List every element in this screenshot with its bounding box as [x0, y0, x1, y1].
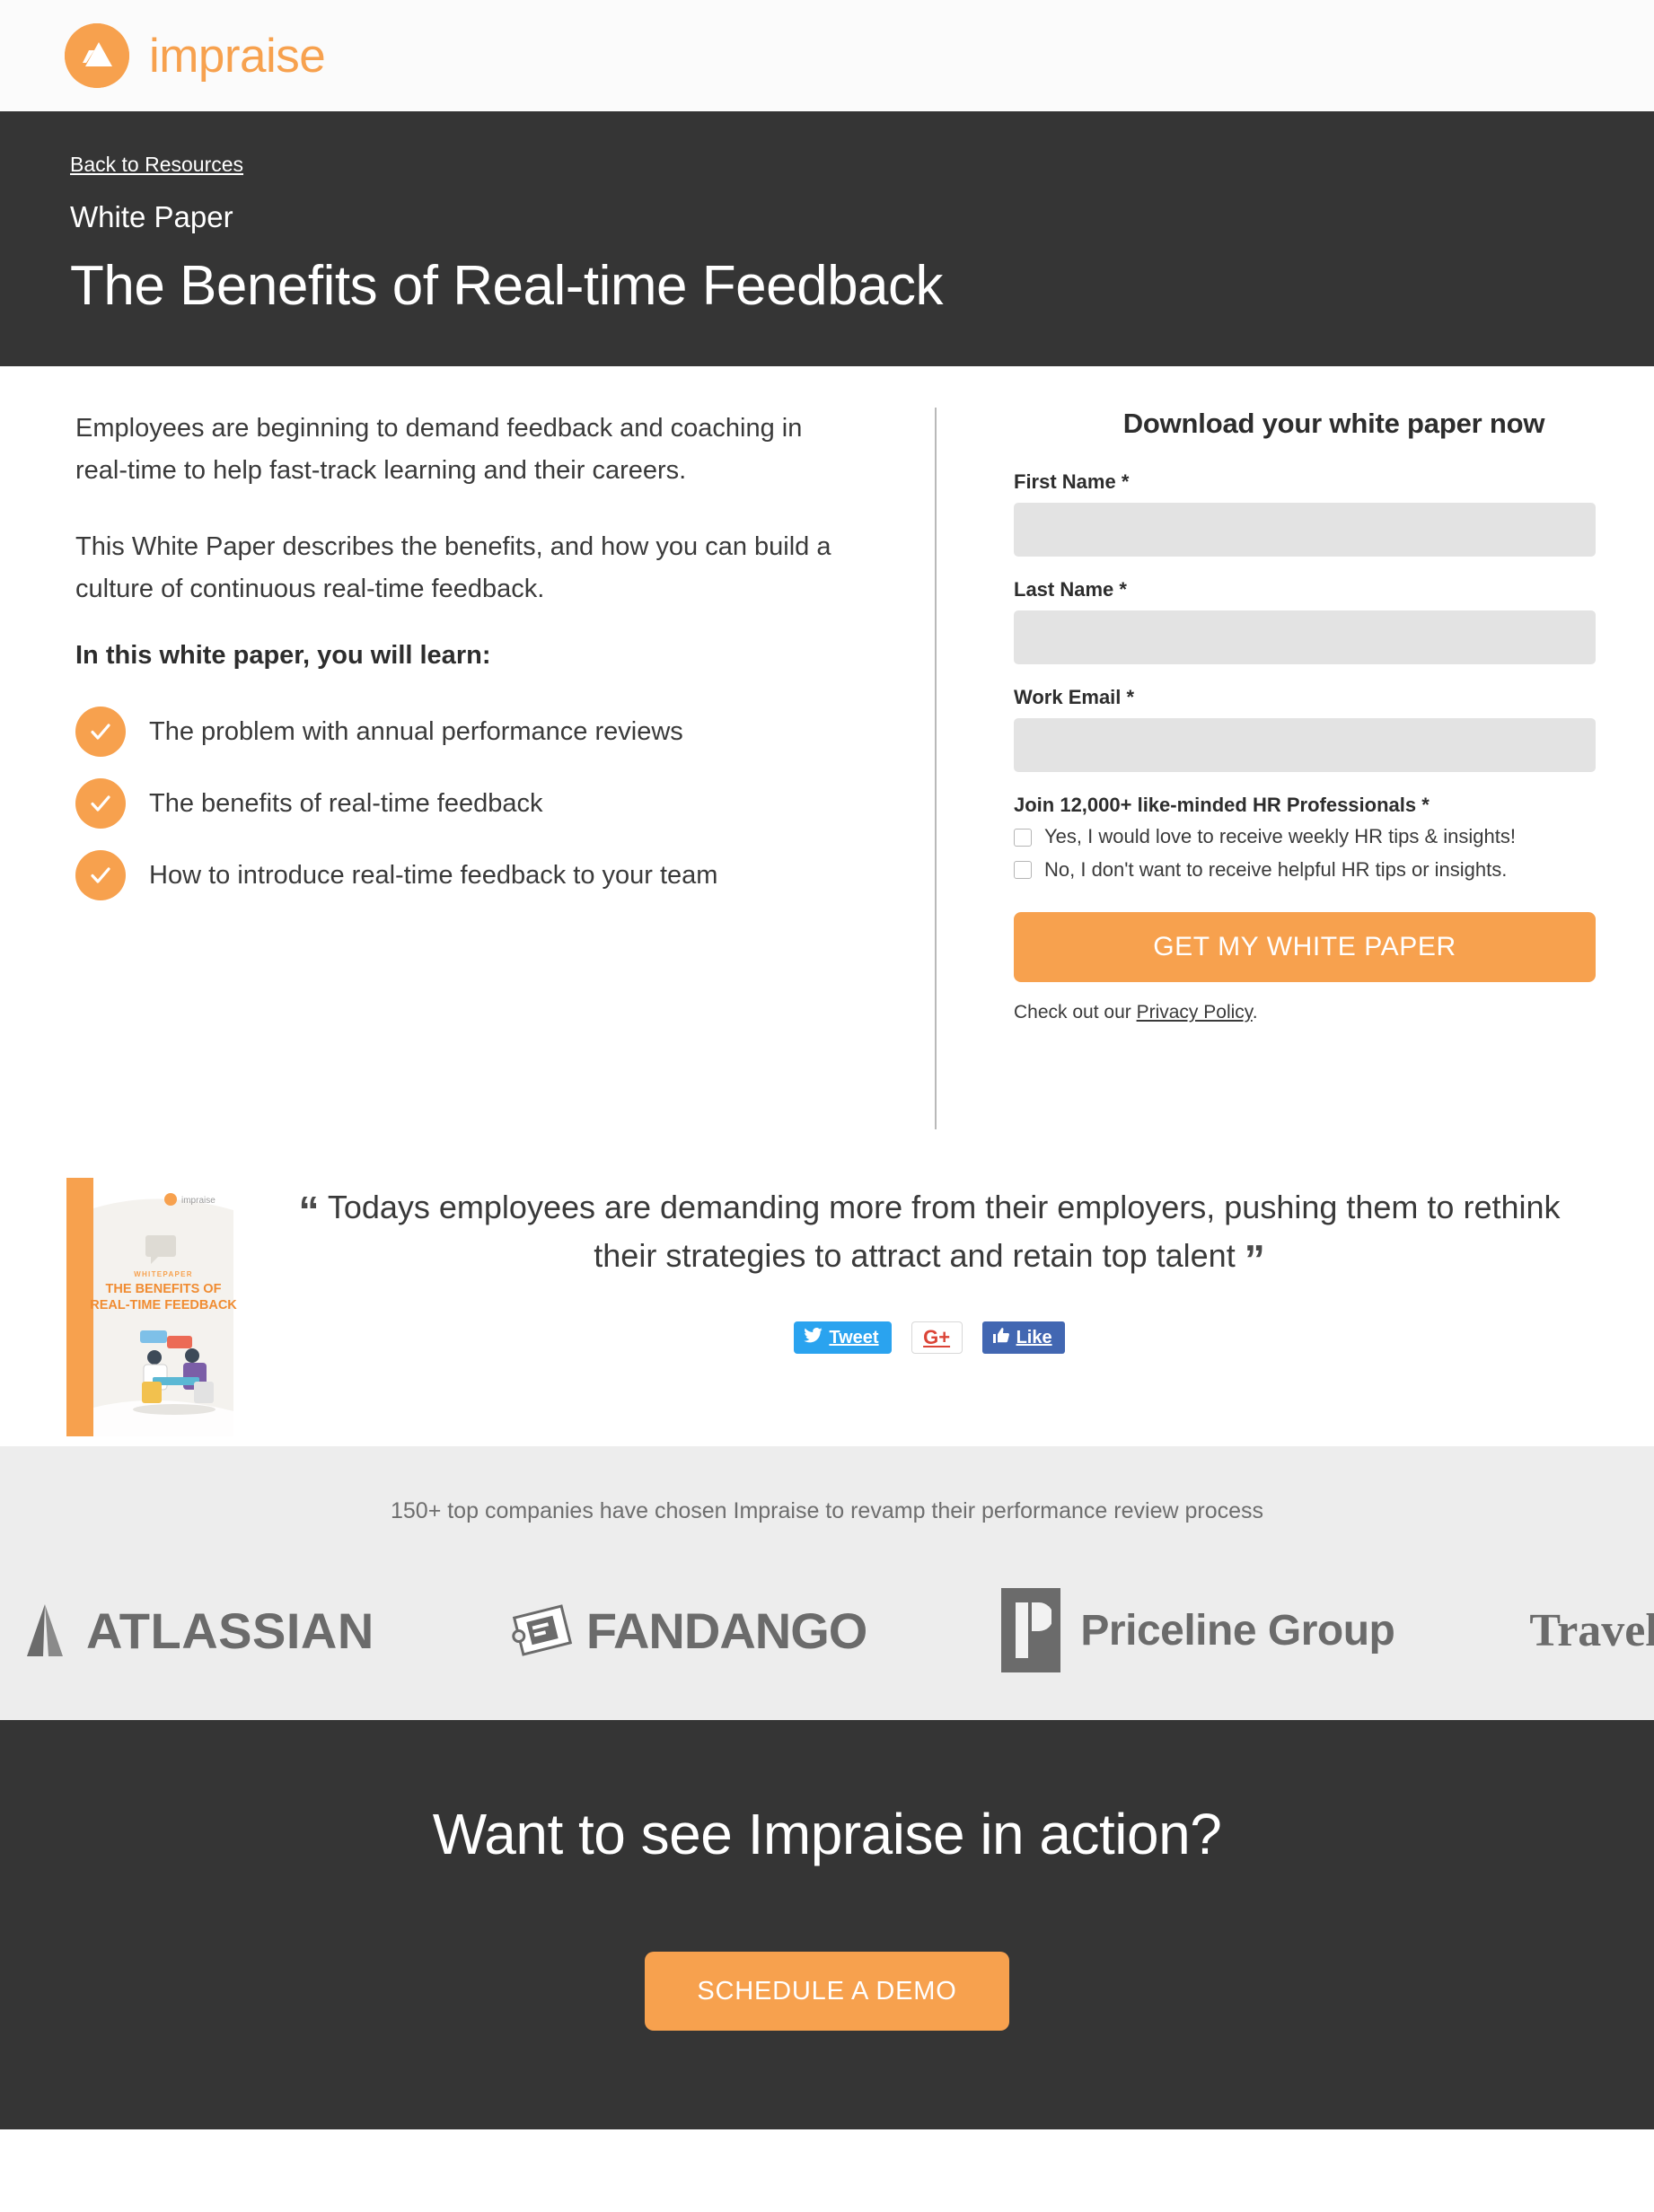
- quote-text: Todays employees are demanding more from…: [327, 1189, 1561, 1275]
- customer-logos-section: 150+ top companies have chosen Impraise …: [0, 1446, 1654, 1721]
- list-item: How to introduce real-time feedback to y…: [75, 850, 845, 901]
- check-icon: [75, 707, 126, 758]
- main-content: Employees are beginning to demand feedba…: [0, 366, 1654, 1130]
- logo-travelbird-label: TravelBird: [1529, 1604, 1654, 1656]
- quote-close-mark: ”: [1244, 1236, 1265, 1284]
- quote-column: “ Todays employees are demanding more fr…: [246, 1160, 1591, 1397]
- bottom-cta-title: Want to see Impraise in action?: [432, 1802, 1222, 1867]
- form-title: Download your white paper now: [1122, 408, 1545, 440]
- check-icon: [75, 778, 126, 830]
- whitepaper-cover-image: impraise WHITEPAPER THE BENEFITS OF REAL…: [59, 1172, 246, 1446]
- schedule-demo-button[interactable]: SCHEDULE A DEMO: [645, 1952, 1009, 2032]
- logo-priceline: Priceline Group: [1001, 1588, 1395, 1673]
- privacy-prefix: Check out our: [1014, 1001, 1137, 1023]
- logo-atlassian: ATLASSIAN: [22, 1601, 374, 1660]
- check-icon: [75, 850, 126, 901]
- optin-row-no[interactable]: No, I don't want to receive helpful HR t…: [1014, 857, 1654, 883]
- optin-row-yes[interactable]: Yes, I would love to receive weekly HR t…: [1014, 824, 1654, 850]
- pull-quote: “ Todays employees are demanding more fr…: [268, 1160, 1591, 1280]
- intro-paragraph-1: Employees are beginning to demand feedba…: [75, 414, 803, 486]
- work-email-input[interactable]: [1014, 718, 1596, 773]
- logos-caption: 150+ top companies have chosen Impraise …: [390, 1498, 1264, 1524]
- logo-fandango-label: FANDANGO: [585, 1602, 867, 1659]
- social-share-row: Tweet G+ Like: [268, 1321, 1591, 1397]
- svg-text:THE BENEFITS OF: THE BENEFITS OF: [106, 1282, 222, 1296]
- thumbs-up-icon: [992, 1327, 1010, 1349]
- privacy-note: Check out our Privacy Policy.: [1014, 1002, 1654, 1023]
- page-title: The Benefits of Real-time Feedback: [70, 255, 944, 318]
- list-item-label: How to introduce real-time feedback to y…: [149, 860, 718, 890]
- site-header: impraise: [0, 0, 1654, 111]
- privacy-policy-link[interactable]: Privacy Policy: [1137, 1002, 1253, 1023]
- optin-no-label: No, I don't want to receive helpful HR t…: [1044, 858, 1508, 882]
- quote-open-mark: “: [298, 1188, 320, 1235]
- twitter-share-button[interactable]: Tweet: [794, 1321, 892, 1355]
- optin-no-checkbox[interactable]: [1014, 861, 1032, 880]
- svg-text:REAL-TIME FEEDBACK: REAL-TIME FEEDBACK: [90, 1298, 237, 1312]
- brand-wordmark[interactable]: impraise: [149, 32, 326, 80]
- logo-priceline-label: Priceline Group: [1080, 1606, 1395, 1655]
- first-name-label: First Name *: [1014, 470, 1130, 494]
- hero-section: Back to Resources White Paper The Benefi…: [0, 111, 1654, 367]
- twitter-share-label: Tweet: [829, 1327, 879, 1347]
- work-email-label: Work Email *: [1014, 686, 1135, 709]
- svg-text:WHITEPAPER: WHITEPAPER: [134, 1270, 193, 1278]
- facebook-like-button[interactable]: Like: [981, 1321, 1065, 1355]
- twitter-icon: [804, 1327, 823, 1348]
- logo-travelbird: TravelBird: [1529, 1604, 1654, 1657]
- last-name-input[interactable]: [1014, 610, 1596, 665]
- priceline-p-icon: [1001, 1588, 1061, 1673]
- list-item: The problem with annual performance revi…: [75, 707, 845, 758]
- list-item-label: The problem with annual performance revi…: [149, 716, 683, 746]
- svg-text:impraise: impraise: [181, 1196, 216, 1206]
- back-to-resources-link[interactable]: Back to Resources: [70, 153, 243, 178]
- google-plus-icon: G+: [923, 1326, 951, 1349]
- first-name-input[interactable]: [1014, 503, 1596, 557]
- logo-atlassian-label: ATLASSIAN: [86, 1602, 374, 1659]
- last-name-label: Last Name *: [1014, 578, 1127, 601]
- bottom-cta-section: Want to see Impraise in action? SCHEDULE…: [0, 1720, 1654, 2130]
- quote-section: impraise WHITEPAPER THE BENEFITS OF REAL…: [0, 1129, 1654, 1446]
- intro-column: Employees are beginning to demand feedba…: [0, 408, 935, 1129]
- content-type-label: White Paper: [70, 199, 233, 233]
- list-item: The benefits of real-time feedback: [75, 778, 845, 830]
- optin-yes-label: Yes, I would love to receive weekly HR t…: [1044, 825, 1516, 848]
- intro-paragraph-2: This White Paper describes the benefits,…: [75, 532, 831, 604]
- google-plus-share-button[interactable]: G+: [911, 1321, 963, 1355]
- download-form-column: Download your white paper now First Name…: [937, 408, 1654, 1129]
- list-item-label: The benefits of real-time feedback: [149, 788, 543, 818]
- benefits-list: The problem with annual performance revi…: [75, 707, 845, 901]
- optin-yes-checkbox[interactable]: [1014, 828, 1032, 847]
- impraise-triangle-logo-icon[interactable]: [65, 23, 129, 88]
- facebook-like-label: Like: [1016, 1327, 1052, 1347]
- optin-heading: Join 12,000+ like-minded HR Professional…: [1014, 794, 1430, 817]
- get-white-paper-button[interactable]: GET MY WHITE PAPER: [1014, 911, 1596, 982]
- logos-row: ATLASSIAN FANDANGO Priceline Group Trave…: [0, 1576, 1654, 1684]
- privacy-suffix: .: [1252, 1001, 1258, 1023]
- logo-fandango: FANDANGO: [509, 1597, 867, 1663]
- learn-heading: In this white paper, you will learn:: [75, 641, 491, 671]
